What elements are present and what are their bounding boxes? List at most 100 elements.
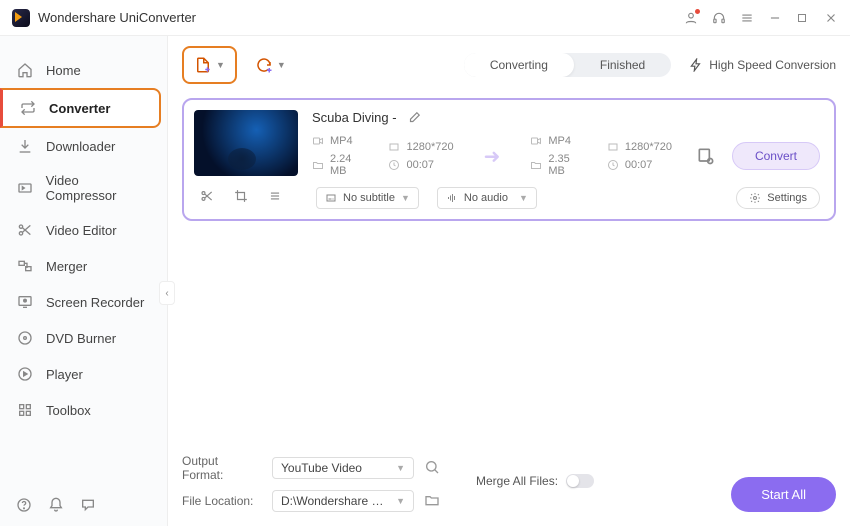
merge-files-toggle[interactable] <box>566 474 594 488</box>
sidebar-item-editor[interactable]: Video Editor <box>0 212 167 248</box>
edit-icon[interactable] <box>407 111 421 125</box>
sidebar-item-player[interactable]: Player <box>0 356 167 392</box>
output-format-value: YouTube Video <box>281 461 362 475</box>
crop-icon[interactable] <box>234 189 248 208</box>
settings-label: Settings <box>767 192 807 204</box>
trim-icon[interactable] <box>200 189 214 208</box>
titlebar: Wondershare UniConverter <box>0 0 850 36</box>
sidebar-item-merger[interactable]: Merger <box>0 248 167 284</box>
toolbox-icon <box>16 401 34 419</box>
resolution-icon <box>388 141 400 153</box>
download-icon <box>16 137 34 155</box>
conversion-task-card: Scuba Diving - MP4 2.24 MB 1280*720 00:0… <box>182 98 836 221</box>
chevron-down-icon: ▼ <box>396 496 405 506</box>
close-icon[interactable] <box>824 11 838 25</box>
app-title: Wondershare UniConverter <box>38 10 684 25</box>
start-all-button[interactable]: Start All <box>731 477 836 512</box>
merge-label: Merge All Files: <box>476 474 558 488</box>
src-duration: 00:07 <box>406 159 434 171</box>
audio-icon <box>446 192 458 204</box>
minimize-icon[interactable] <box>768 11 782 25</box>
src-resolution: 1280*720 <box>406 141 453 153</box>
high-speed-conversion[interactable]: High Speed Conversion <box>689 58 836 72</box>
task-settings-button[interactable]: Settings <box>736 187 820 209</box>
chevron-down-icon: ▼ <box>396 463 405 473</box>
gear-icon <box>749 192 761 204</box>
file-add-icon <box>194 56 212 74</box>
sidebar-item-recorder[interactable]: Screen Recorder <box>0 284 167 320</box>
compressor-icon <box>16 179 34 197</box>
src-size: 2.24 MB <box>330 153 364 177</box>
sidebar-label: Video Compressor <box>46 173 151 203</box>
file-location-label: File Location: <box>182 494 262 508</box>
chevron-down-icon: ▼ <box>216 60 225 70</box>
folder-icon <box>530 159 542 171</box>
dst-resolution: 1280*720 <box>625 141 672 153</box>
feedback-icon[interactable] <box>80 497 96 518</box>
sidebar-label: Video Editor <box>46 223 117 238</box>
src-format: MP4 <box>330 135 353 147</box>
video-icon <box>530 135 542 147</box>
account-icon[interactable] <box>684 11 698 25</box>
chevron-down-icon: ▼ <box>401 193 410 203</box>
output-format-select[interactable]: YouTube Video ▼ <box>272 457 414 479</box>
tab-converting[interactable]: Converting <box>464 53 574 77</box>
sidebar-label: Downloader <box>46 139 115 154</box>
refresh-add-icon <box>255 56 273 74</box>
file-location-select[interactable]: D:\Wondershare UniConverter ▼ <box>272 490 414 512</box>
file-location-value: D:\Wondershare UniConverter <box>281 494 391 508</box>
sidebar-item-home[interactable]: Home <box>0 52 167 88</box>
headset-icon[interactable] <box>712 11 726 25</box>
video-thumbnail[interactable] <box>194 110 298 176</box>
output-preview-icon[interactable] <box>424 459 440 478</box>
maximize-icon[interactable] <box>796 11 810 25</box>
sidebar-item-converter[interactable]: Converter <box>0 88 161 128</box>
audio-value: No audio <box>464 192 508 204</box>
sidebar-label: Player <box>46 367 83 382</box>
effects-icon[interactable] <box>268 189 282 208</box>
output-settings-icon[interactable] <box>696 146 716 166</box>
clock-icon <box>607 159 619 171</box>
home-icon <box>16 61 34 79</box>
add-file-button[interactable]: ▼ <box>182 46 237 84</box>
help-icon[interactable] <box>16 497 32 518</box>
subtitle-value: No subtitle <box>343 192 395 204</box>
sidebar-item-downloader[interactable]: Downloader <box>0 128 167 164</box>
sidebar-label: DVD Burner <box>46 331 116 346</box>
tab-finished[interactable]: Finished <box>574 53 671 77</box>
open-folder-icon[interactable] <box>424 492 440 511</box>
convert-button[interactable]: Convert <box>732 142 820 170</box>
sidebar: Home Converter Downloader Video Compress… <box>0 36 168 526</box>
hsc-label: High Speed Conversion <box>709 58 836 72</box>
arrow-right-icon: ➜ <box>484 144 501 169</box>
sidebar-label: Home <box>46 63 81 78</box>
task-title: Scuba Diving - <box>312 110 397 125</box>
sidebar-label: Screen Recorder <box>46 295 144 310</box>
chevron-down-icon: ▼ <box>277 60 286 70</box>
sidebar-item-dvd[interactable]: DVD Burner <box>0 320 167 356</box>
sidebar-label: Converter <box>49 101 110 116</box>
sidebar-label: Toolbox <box>46 403 91 418</box>
notifications-icon[interactable] <box>48 497 64 518</box>
folder-icon <box>312 159 324 171</box>
output-format-label: Output Format: <box>182 454 262 482</box>
clock-icon <box>388 159 400 171</box>
subtitle-select[interactable]: No subtitle ▼ <box>316 187 419 209</box>
disc-icon <box>16 329 34 347</box>
sidebar-item-toolbox[interactable]: Toolbox <box>0 392 167 428</box>
resolution-icon <box>607 141 619 153</box>
lightning-icon <box>689 58 703 72</box>
dst-size: 2.35 MB <box>548 153 582 177</box>
converter-icon <box>19 99 37 117</box>
collapse-sidebar-button[interactable]: ‹ <box>159 281 175 305</box>
recorder-icon <box>16 293 34 311</box>
status-tabs: Converting Finished <box>464 53 671 77</box>
chevron-down-icon: ▼ <box>519 193 528 203</box>
sidebar-item-compressor[interactable]: Video Compressor <box>0 164 167 212</box>
menu-icon[interactable] <box>740 11 754 25</box>
subtitle-icon <box>325 192 337 204</box>
add-url-button[interactable]: ▼ <box>249 48 292 82</box>
audio-select[interactable]: No audio ▼ <box>437 187 537 209</box>
scissors-icon <box>16 221 34 239</box>
merger-icon <box>16 257 34 275</box>
